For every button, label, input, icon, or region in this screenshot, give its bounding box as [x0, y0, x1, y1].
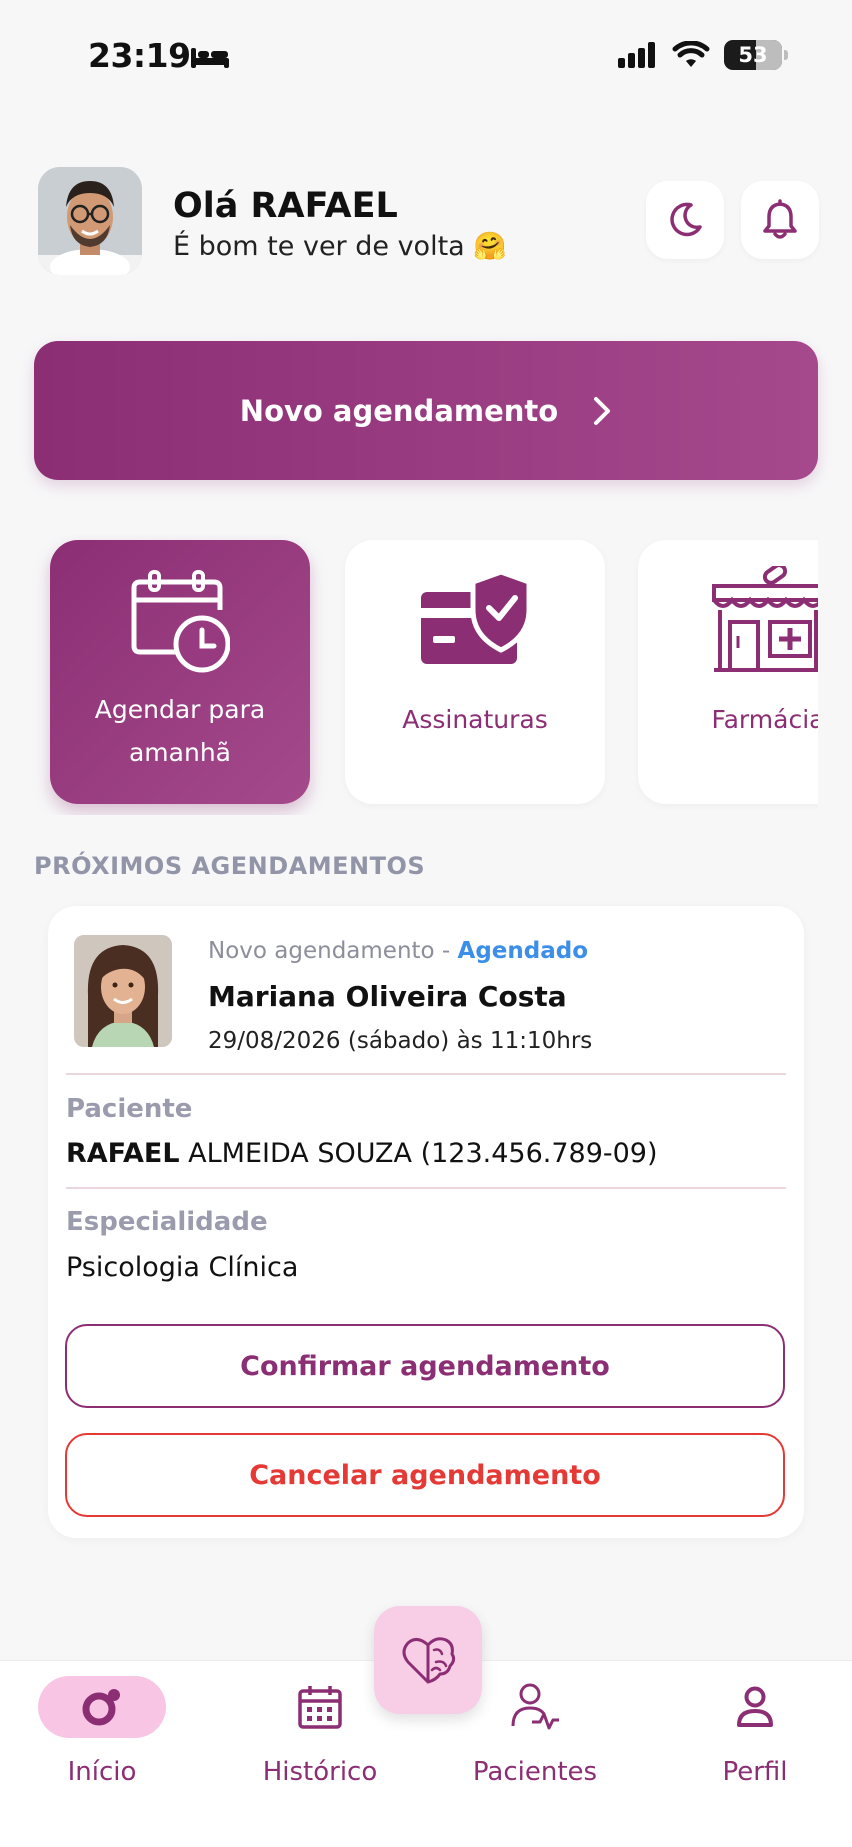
bell-icon	[763, 199, 797, 239]
nav-label: Perfil	[722, 1757, 788, 1787]
new-appointment-button[interactable]: Novo agendamento	[34, 341, 818, 480]
shortcut-label: Assinaturas	[402, 705, 548, 734]
patient-health-icon	[511, 1683, 559, 1730]
appointment-datetime: 29/08/2026 (sábado) às 11:10hrs	[208, 1028, 593, 1054]
pharmacy-store-icon	[712, 566, 818, 672]
confirm-appointment-button[interactable]: Confirmar agendamento	[65, 1324, 785, 1408]
appointment-type: Novo agendamento - Agendado	[208, 938, 589, 964]
greeting: Olá RAFAEL	[173, 186, 398, 226]
notifications-button[interactable]	[741, 181, 819, 259]
shortcuts-carousel[interactable]: Agendar para amanhã Assinaturas Farmácia	[0, 535, 818, 815]
user-icon	[737, 1686, 773, 1727]
nav-item-perfil[interactable]: Perfil	[660, 1671, 850, 1811]
calendar-clock-icon	[131, 570, 230, 673]
professional-photo	[74, 935, 172, 1047]
specialty-label: Especialidade	[66, 1207, 268, 1237]
shortcut-label: Farmácia	[711, 705, 818, 734]
card-shield-icon	[421, 570, 531, 664]
calendar-icon	[298, 1686, 342, 1729]
shortcut-pharmacy[interactable]: Farmácia	[638, 540, 818, 804]
cancel-appointment-button[interactable]: Cancelar agendamento	[65, 1433, 785, 1517]
chevron-right-icon	[594, 396, 611, 425]
divider	[66, 1073, 786, 1075]
dark-mode-button[interactable]	[646, 181, 724, 259]
wifi-icon	[672, 41, 710, 67]
divider	[66, 1187, 786, 1189]
bed-icon	[191, 48, 229, 68]
section-title: PRÓXIMOS AGENDAMENTOS	[34, 852, 426, 880]
nav-label: Histórico	[262, 1757, 378, 1787]
greeting-subtitle: É bom te ver de volta 🤗	[173, 231, 507, 262]
status-badge: Agendado	[457, 938, 589, 964]
patient-label: Paciente	[66, 1094, 193, 1124]
specialty-value: Psicologia Clínica	[66, 1252, 299, 1283]
professional-name: Mariana Oliveira Costa	[208, 980, 567, 1013]
nav-label: Início	[67, 1757, 137, 1787]
nav-label: Pacientes	[472, 1757, 598, 1787]
signal-icon	[618, 42, 655, 68]
moon-icon	[670, 202, 702, 237]
shortcut-schedule-tomorrow[interactable]: Agendar para amanhã	[50, 540, 310, 804]
shortcut-label: Agendar para amanhã	[94, 695, 266, 767]
patient-value: RAFAEL ALMEIDA SOUZA (123.456.789-09)	[66, 1138, 658, 1169]
avatar[interactable]	[38, 167, 142, 275]
status-time: 23:19	[88, 36, 191, 75]
heart-brain-icon	[402, 1637, 456, 1684]
new-appointment-label: Novo agendamento	[239, 393, 559, 428]
center-action-button[interactable]	[374, 1606, 482, 1714]
appointment-card: Novo agendamento - Agendado Mariana Oliv…	[48, 906, 804, 1538]
nav-item-inicio[interactable]: Início	[7, 1671, 197, 1811]
home-brand-icon	[82, 1689, 120, 1726]
battery-icon: 53	[724, 40, 782, 70]
status-indicators: 53	[618, 40, 788, 70]
shortcut-subscriptions[interactable]: Assinaturas	[345, 540, 605, 804]
